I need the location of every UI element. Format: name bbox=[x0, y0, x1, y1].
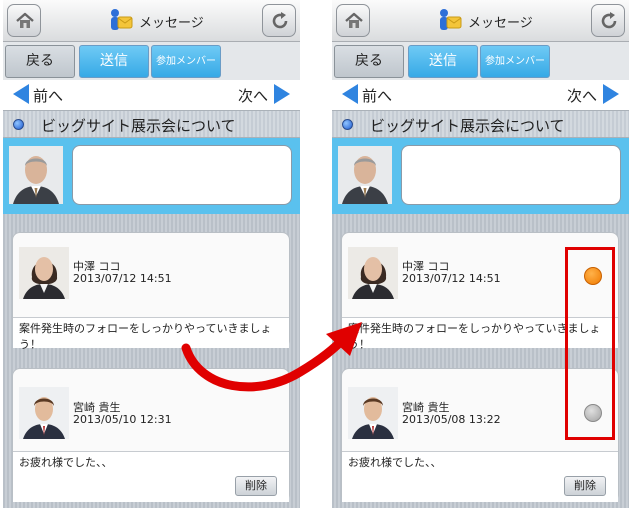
delete-button[interactable]: 削除 bbox=[564, 476, 606, 496]
home-button[interactable] bbox=[336, 4, 370, 37]
pager: 前へ 次へ bbox=[3, 80, 300, 110]
page-title: メッセージ bbox=[468, 16, 533, 31]
message-app-icon bbox=[440, 9, 462, 30]
message-timestamp: 2013/07/12 14:51 bbox=[73, 272, 172, 285]
message-input[interactable] bbox=[72, 145, 292, 205]
avatar bbox=[19, 247, 69, 299]
home-icon bbox=[16, 12, 34, 28]
back-button[interactable]: 戻る bbox=[334, 45, 404, 78]
bullet-icon bbox=[13, 119, 24, 130]
message-timestamp: 2013/07/12 14:51 bbox=[402, 272, 501, 285]
avatar bbox=[348, 247, 398, 299]
send-button[interactable]: 送信 bbox=[79, 45, 149, 78]
send-button[interactable]: 送信 bbox=[408, 45, 478, 78]
back-button[interactable]: 戻る bbox=[5, 45, 75, 78]
avatar bbox=[9, 146, 63, 204]
prev-arrow-icon[interactable] bbox=[11, 83, 31, 105]
selection-highlight-box bbox=[565, 247, 615, 440]
thread-subject: ビッグサイト展示会について bbox=[41, 117, 236, 135]
message-timestamp: 2013/05/10 12:31 bbox=[73, 413, 172, 426]
title-bar: メッセージ bbox=[3, 0, 300, 42]
reload-icon bbox=[601, 12, 617, 29]
message-timestamp: 2013/05/08 13:22 bbox=[402, 413, 501, 426]
message-input[interactable] bbox=[401, 145, 621, 205]
message-app-icon bbox=[111, 9, 133, 30]
message-body: 案件発生時のフォローをしっかりやっていきましょう！ bbox=[13, 317, 289, 351]
title-bar: メッセージ bbox=[332, 0, 629, 42]
screen-before: メッセージ 戻る 送信 参加メンバー 前へ 次へ ビッグサイト展示会について 中… bbox=[3, 0, 300, 508]
page-title: メッセージ bbox=[139, 16, 204, 31]
reload-button[interactable] bbox=[591, 4, 625, 37]
next-arrow-icon[interactable] bbox=[601, 83, 621, 105]
thread-subject-bar: ビッグサイト展示会について bbox=[3, 110, 300, 138]
home-button[interactable] bbox=[7, 4, 41, 37]
next-link[interactable]: 次へ bbox=[567, 85, 597, 106]
message-body: お疲れ様でした、、 削除 bbox=[13, 451, 289, 502]
action-bar: 戻る 送信 参加メンバー bbox=[3, 42, 300, 80]
members-button[interactable]: 参加メンバー bbox=[480, 45, 550, 78]
members-button[interactable]: 参加メンバー bbox=[151, 45, 221, 78]
next-arrow-icon[interactable] bbox=[272, 83, 292, 105]
thread-subject: ビッグサイト展示会について bbox=[370, 117, 565, 135]
prev-link[interactable]: 前へ bbox=[33, 85, 63, 106]
composer bbox=[332, 138, 629, 214]
prev-link[interactable]: 前へ bbox=[362, 85, 392, 106]
message-card: 宮崎 貴生 2013/05/10 12:31 お疲れ様でした、、 削除 bbox=[12, 368, 290, 502]
next-link[interactable]: 次へ bbox=[238, 85, 268, 106]
message-body-text: お疲れ様でした、、 bbox=[348, 456, 442, 469]
home-icon bbox=[345, 12, 363, 28]
thread-subject-bar: ビッグサイト展示会について bbox=[332, 110, 629, 138]
message-body-text: お疲れ様でした、、 bbox=[19, 456, 113, 469]
avatar bbox=[348, 387, 398, 439]
avatar bbox=[19, 387, 69, 439]
pager: 前へ 次へ bbox=[332, 80, 629, 110]
message-card: 中澤 ココ 2013/07/12 14:51 案件発生時のフォローをしっかりやっ… bbox=[12, 232, 290, 351]
reload-button[interactable] bbox=[262, 4, 296, 37]
bullet-icon bbox=[342, 119, 353, 130]
message-body: お疲れ様でした、、 削除 bbox=[342, 451, 618, 502]
prev-arrow-icon[interactable] bbox=[340, 83, 360, 105]
composer bbox=[3, 138, 300, 214]
reload-icon bbox=[272, 12, 288, 29]
action-bar: 戻る 送信 参加メンバー bbox=[332, 42, 629, 80]
avatar bbox=[338, 146, 392, 204]
delete-button[interactable]: 削除 bbox=[235, 476, 277, 496]
